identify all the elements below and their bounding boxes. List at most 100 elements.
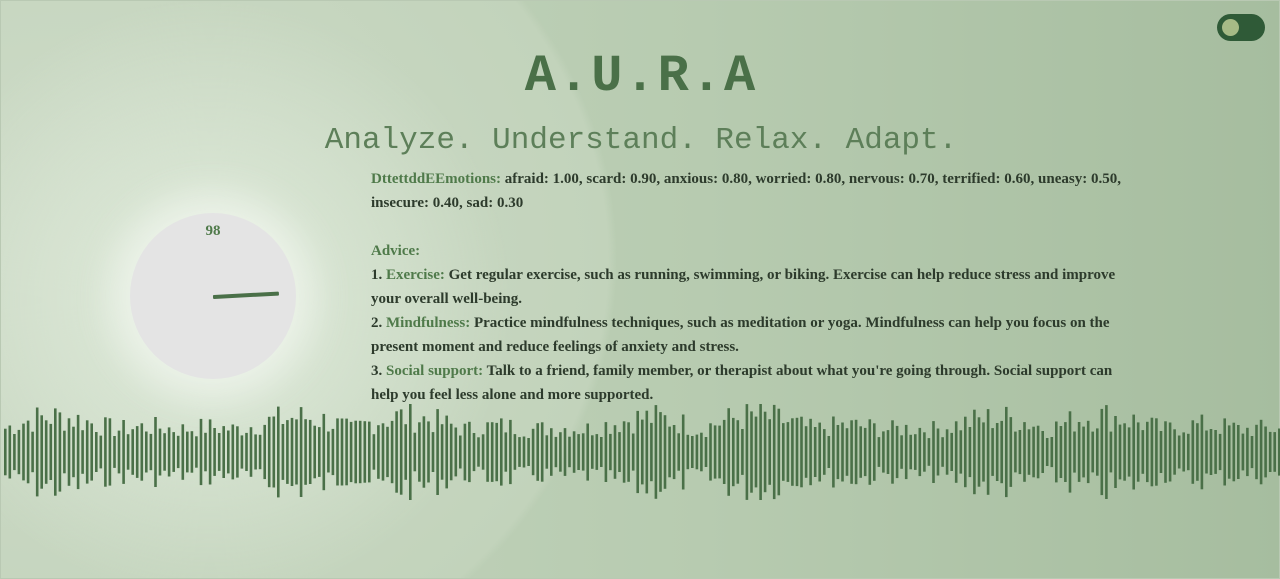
- waveform-bar: [135, 426, 139, 478]
- waveform-bar: [1127, 427, 1131, 477]
- waveform-bar: [700, 432, 703, 472]
- waveform-bar: [627, 422, 630, 482]
- waveform-bar: [713, 425, 717, 479]
- waveform-bar: [267, 416, 271, 488]
- waveform-bar: [295, 419, 298, 485]
- waveform-bar: [390, 420, 394, 484]
- waveform-bar: [40, 415, 43, 489]
- waveform-bar: [176, 435, 180, 469]
- waveform-bar: [504, 432, 508, 472]
- waveform-bar: [777, 408, 781, 496]
- waveform-bar: [1241, 433, 1245, 471]
- waveform-bar: [591, 435, 594, 469]
- waveform-bar: [668, 426, 671, 478]
- waveform-bar: [477, 437, 480, 467]
- waveform-bar: [22, 423, 25, 481]
- waveform-bar: [108, 418, 112, 486]
- waveform-bar: [318, 427, 321, 477]
- waveform-bar: [1064, 422, 1067, 482]
- waveform-bar: [1136, 422, 1140, 482]
- waveform-bar: [736, 420, 740, 484]
- waveform-bar: [750, 411, 753, 493]
- waveform-bar: [231, 424, 235, 480]
- waveform-bar: [1132, 414, 1135, 490]
- waveform-bar: [950, 432, 953, 471]
- waveform-bar: [568, 436, 571, 468]
- waveform-bar: [1246, 427, 1249, 477]
- waveform-bar: [418, 422, 421, 482]
- waveform-bar: [272, 416, 276, 488]
- waveform-bar: [481, 434, 485, 470]
- waveform-bar: [308, 419, 312, 484]
- waveform-bar: [1041, 431, 1044, 473]
- waveform-bar: [995, 423, 999, 481]
- waveform-bar: [500, 418, 503, 486]
- waveform-bar: [1032, 426, 1035, 478]
- waveform-bar: [868, 419, 872, 485]
- audio-waveform: [4, 404, 1280, 500]
- waveform-bar: [841, 422, 844, 482]
- waveform-bar: [463, 423, 467, 481]
- waveform-bar: [349, 421, 353, 483]
- waveform-bar: [85, 420, 89, 484]
- emotion-gauge: 98: [130, 213, 296, 379]
- waveform-bar: [90, 423, 93, 481]
- waveform-bar: [1273, 432, 1276, 472]
- advice-title: Mindfulness:: [386, 315, 471, 331]
- waveform-bar: [845, 428, 849, 476]
- waveform-bar: [409, 404, 412, 500]
- advice-item: 3. Social support: Talk to a friend, fam…: [371, 359, 1121, 407]
- waveform-bar: [659, 412, 662, 492]
- waveform-bar: [1259, 419, 1263, 485]
- waveform-bar: [672, 425, 676, 480]
- waveform-bar: [1223, 418, 1226, 486]
- waveform-bar: [254, 434, 257, 470]
- waveform-bar: [195, 436, 198, 468]
- waveform-bar: [1005, 406, 1008, 498]
- waveform-bar: [518, 437, 521, 467]
- waveform-bar: [1268, 431, 1272, 472]
- waveform-bar: [49, 423, 53, 480]
- waveform-bar: [1214, 430, 1217, 474]
- waveform-bar: [914, 434, 917, 470]
- waveform-bar: [850, 420, 853, 484]
- waveform-bar: [236, 426, 239, 478]
- waveform-bar: [459, 435, 462, 469]
- waveform-bar: [772, 404, 776, 500]
- waveform-bar: [158, 428, 162, 476]
- waveform-bar: [941, 437, 944, 467]
- waveform-bar: [1146, 421, 1149, 483]
- emotions-line: DttettddEEmotions: afraid: 1.00, scard: …: [371, 167, 1121, 215]
- waveform-bar: [381, 423, 385, 481]
- waveform-bar: [1205, 430, 1208, 474]
- waveform-bar: [67, 418, 71, 486]
- waveform-bar: [4, 428, 7, 476]
- advice-number: 2.: [371, 315, 383, 331]
- waveform-bar: [340, 418, 344, 486]
- waveform-bar: [563, 428, 567, 476]
- waveform-bar: [95, 432, 98, 472]
- waveform-bar: [1091, 431, 1094, 473]
- waveform-bar: [1109, 431, 1113, 473]
- waveform-bar: [313, 425, 316, 479]
- advice-title: Exercise:: [386, 267, 445, 283]
- waveform-bar: [17, 429, 21, 475]
- waveform-bar: [1159, 431, 1163, 473]
- waveform-bar: [1014, 431, 1017, 473]
- waveform-bar: [26, 420, 30, 484]
- waveform-bar: [832, 416, 835, 488]
- waveform-bar: [836, 425, 840, 480]
- waveform-bar: [1177, 435, 1181, 469]
- waveform-bar: [718, 425, 721, 479]
- theme-toggle[interactable]: [1217, 14, 1265, 41]
- waveform-bar: [1050, 437, 1054, 468]
- waveform-bar: [131, 429, 134, 475]
- waveform-bar: [804, 426, 808, 478]
- waveform-bar: [245, 432, 248, 471]
- waveform-bar: [436, 409, 439, 495]
- toggle-knob: [1222, 19, 1239, 36]
- advice-text: Get regular exercise, such as running, s…: [371, 267, 1116, 307]
- waveform-bar: [495, 422, 498, 482]
- waveform-bar: [618, 432, 621, 472]
- waveform-bar: [35, 407, 39, 497]
